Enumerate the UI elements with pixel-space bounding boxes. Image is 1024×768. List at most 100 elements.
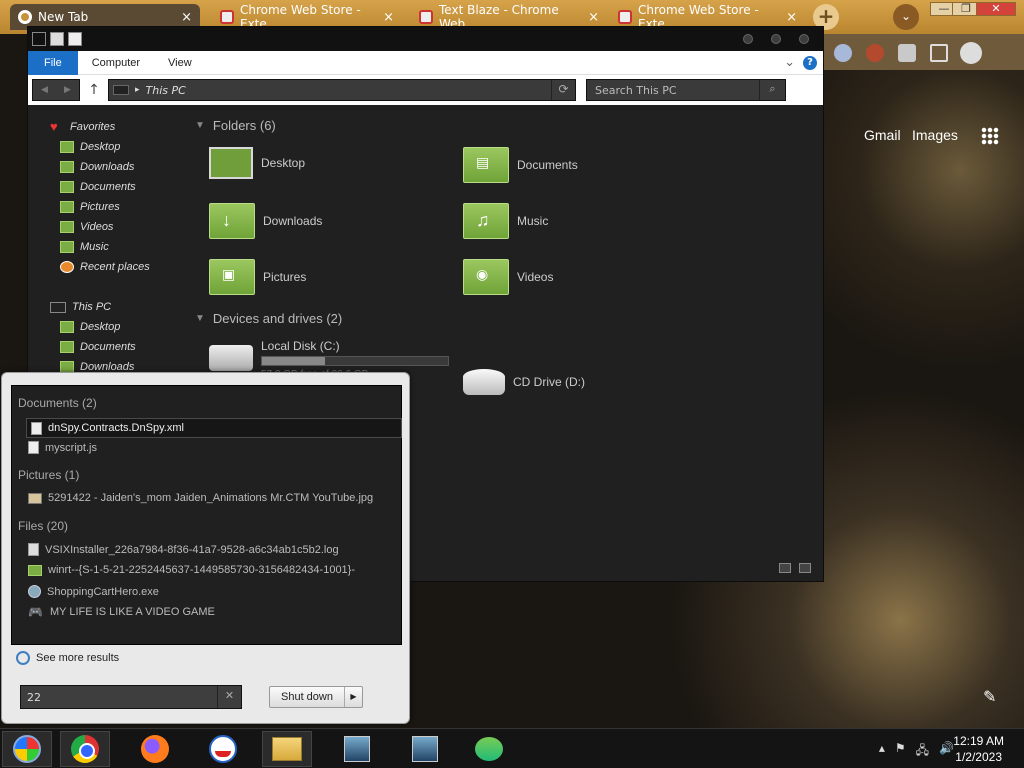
- taskbar-program-1[interactable]: [332, 731, 382, 767]
- nav-fav-recent-places[interactable]: Recent places: [60, 261, 150, 273]
- folder-desktop[interactable]: Desktop: [209, 147, 305, 179]
- account-avatar-icon[interactable]: [960, 42, 982, 64]
- start-button[interactable]: [2, 731, 52, 767]
- image-file-icon: [28, 492, 42, 504]
- search-box[interactable]: Search This PC ⌕: [586, 79, 786, 101]
- folder-music[interactable]: ♫ Music: [463, 203, 548, 239]
- heart-icon: ♥: [50, 119, 58, 134]
- profile-extension-icon[interactable]: [866, 44, 884, 62]
- close-button[interactable]: [799, 34, 809, 44]
- folder-videos[interactable]: ◉ Videos: [463, 259, 553, 295]
- side-panel-icon[interactable]: [930, 44, 948, 62]
- nav-fav-desktop[interactable]: Desktop: [60, 141, 120, 153]
- gmail-link[interactable]: Gmail: [864, 127, 901, 143]
- volume-icon[interactable]: 🔊: [939, 741, 954, 762]
- details-view-icon[interactable]: [779, 563, 791, 573]
- taskbar-clock[interactable]: 12:19 AM 1/2/2023: [953, 733, 1004, 765]
- nav-this-pc[interactable]: This PC: [50, 301, 111, 313]
- result-vsixinstaller-log[interactable]: VSIXInstaller_226a7984-8f36-41a7-9528-a6…: [28, 543, 339, 556]
- start-menu: Documents (2) dnSpy.Contracts.DnSpy.xml …: [1, 372, 410, 724]
- web-store-icon: [618, 10, 632, 24]
- result-jaiden-jpg[interactable]: 5291422 - Jaiden's_mom Jaiden_Animations…: [28, 492, 373, 504]
- pictures-section-header[interactable]: Pictures (1): [18, 468, 79, 482]
- folder-documents[interactable]: ▤ Documents: [463, 147, 578, 183]
- chrome-icon: [18, 10, 32, 24]
- folder-downloads[interactable]: ↓ Downloads: [209, 203, 322, 239]
- taskbar-file-explorer[interactable]: [262, 731, 312, 767]
- nav-fav-music[interactable]: Music: [60, 241, 109, 253]
- breadcrumb-arrow-icon[interactable]: ▸: [135, 85, 140, 95]
- videos-folder-icon: [60, 221, 74, 233]
- close-tab-icon[interactable]: ×: [383, 10, 394, 25]
- clear-search-icon[interactable]: ✕: [217, 686, 241, 708]
- minimize-button[interactable]: [743, 34, 753, 44]
- forward-button[interactable]: ▶: [56, 80, 79, 100]
- hard-drive-icon: [209, 345, 253, 371]
- large-icons-view-icon[interactable]: [799, 563, 811, 573]
- nav-fav-downloads[interactable]: Downloads: [60, 161, 134, 173]
- recent-places-icon: [60, 261, 74, 273]
- folders-group-header[interactable]: ▼ Folders (6): [195, 118, 276, 133]
- taskbar-obama-app[interactable]: [198, 731, 248, 767]
- taskbar-chrome[interactable]: [60, 731, 110, 767]
- files-section-header[interactable]: Files (20): [18, 519, 68, 533]
- tab-computer[interactable]: Computer: [78, 51, 154, 75]
- nav-fav-documents[interactable]: Documents: [60, 181, 136, 193]
- close-tab-icon[interactable]: ×: [786, 10, 797, 25]
- action-center-flag-icon[interactable]: ⚑: [895, 741, 906, 762]
- taskbar-program-2[interactable]: [400, 731, 450, 767]
- music-folder-icon: ♫: [463, 203, 509, 239]
- up-button[interactable]: ↑: [86, 82, 102, 98]
- puzzle-icon[interactable]: [898, 44, 916, 62]
- explorer-title-bar: [28, 27, 823, 51]
- shutdown-options-arrow-icon[interactable]: ▶: [344, 687, 362, 707]
- taskbar-network-app[interactable]: [464, 731, 514, 767]
- system-menu-icon[interactable]: [32, 32, 46, 46]
- result-dnspy-xml[interactable]: dnSpy.Contracts.DnSpy.xml: [26, 418, 402, 438]
- close-tab-icon[interactable]: ×: [181, 10, 192, 25]
- back-button[interactable]: ◀: [33, 80, 56, 100]
- images-link[interactable]: Images: [912, 127, 958, 143]
- drive-cd-d[interactable]: CD Drive (D:): [463, 369, 585, 395]
- nav-fav-pictures[interactable]: Pictures: [60, 201, 120, 213]
- folder-icon: [272, 737, 302, 761]
- shutdown-button[interactable]: Shut down ▶: [269, 686, 363, 708]
- maximize-button[interactable]: [771, 34, 781, 44]
- obama-logo-icon: [209, 735, 237, 763]
- windows-orb-icon: [13, 735, 41, 763]
- nav-pc-documents[interactable]: Documents: [60, 341, 136, 353]
- tab-file[interactable]: File: [28, 50, 78, 75]
- nav-pc-desktop[interactable]: Desktop: [60, 321, 120, 333]
- drives-group-header[interactable]: ▼ Devices and drives (2): [195, 311, 342, 326]
- result-video-game[interactable]: 🎮 MY LIFE IS LIKE A VIDEO GAME: [28, 606, 215, 618]
- address-bar[interactable]: ▸ This PC ⟳: [108, 79, 576, 101]
- documents-folder-icon: [60, 341, 74, 353]
- documents-section-header[interactable]: Documents (2): [18, 396, 97, 410]
- close-tab-icon[interactable]: ×: [588, 10, 599, 25]
- search-icon[interactable]: ⌕: [759, 80, 785, 100]
- tab-view[interactable]: View: [154, 51, 206, 75]
- nav-fav-videos[interactable]: Videos: [60, 221, 113, 233]
- expand-ribbon-icon[interactable]: ⌄: [784, 55, 795, 70]
- network-users-icon: [475, 737, 503, 761]
- customize-pencil-icon[interactable]: ✎: [983, 687, 996, 706]
- tab-search-button[interactable]: ⌄: [893, 4, 919, 30]
- nav-favorites[interactable]: ♥ Favorites: [50, 119, 115, 134]
- new-folder-icon[interactable]: [68, 32, 82, 46]
- start-search-input[interactable]: 22 ✕: [20, 685, 242, 709]
- see-more-results-link[interactable]: See more results: [16, 651, 119, 665]
- google-apps-icon[interactable]: [981, 127, 999, 145]
- folder-pictures[interactable]: ▣ Pictures: [209, 259, 306, 295]
- network-icon[interactable]: 🖧: [916, 741, 929, 762]
- extension-icon[interactable]: [834, 44, 852, 62]
- taskbar-firefox[interactable]: [130, 731, 180, 767]
- properties-icon[interactable]: [50, 32, 64, 46]
- show-hidden-icons-icon[interactable]: ▴: [879, 741, 885, 762]
- result-myscript-js[interactable]: myscript.js: [28, 441, 97, 454]
- ribbon-tabs: File Computer View ⌄ ?: [28, 50, 823, 75]
- close-window-button[interactable]: ✕: [976, 2, 1016, 16]
- refresh-icon[interactable]: ⟳: [551, 80, 575, 100]
- result-winrt-folder[interactable]: winrt--{S-1-5-21-2252445637-1449585730-3…: [28, 564, 355, 576]
- result-shoppingcarthero-exe[interactable]: ShoppingCartHero.exe: [28, 585, 159, 598]
- help-icon[interactable]: ?: [803, 55, 817, 70]
